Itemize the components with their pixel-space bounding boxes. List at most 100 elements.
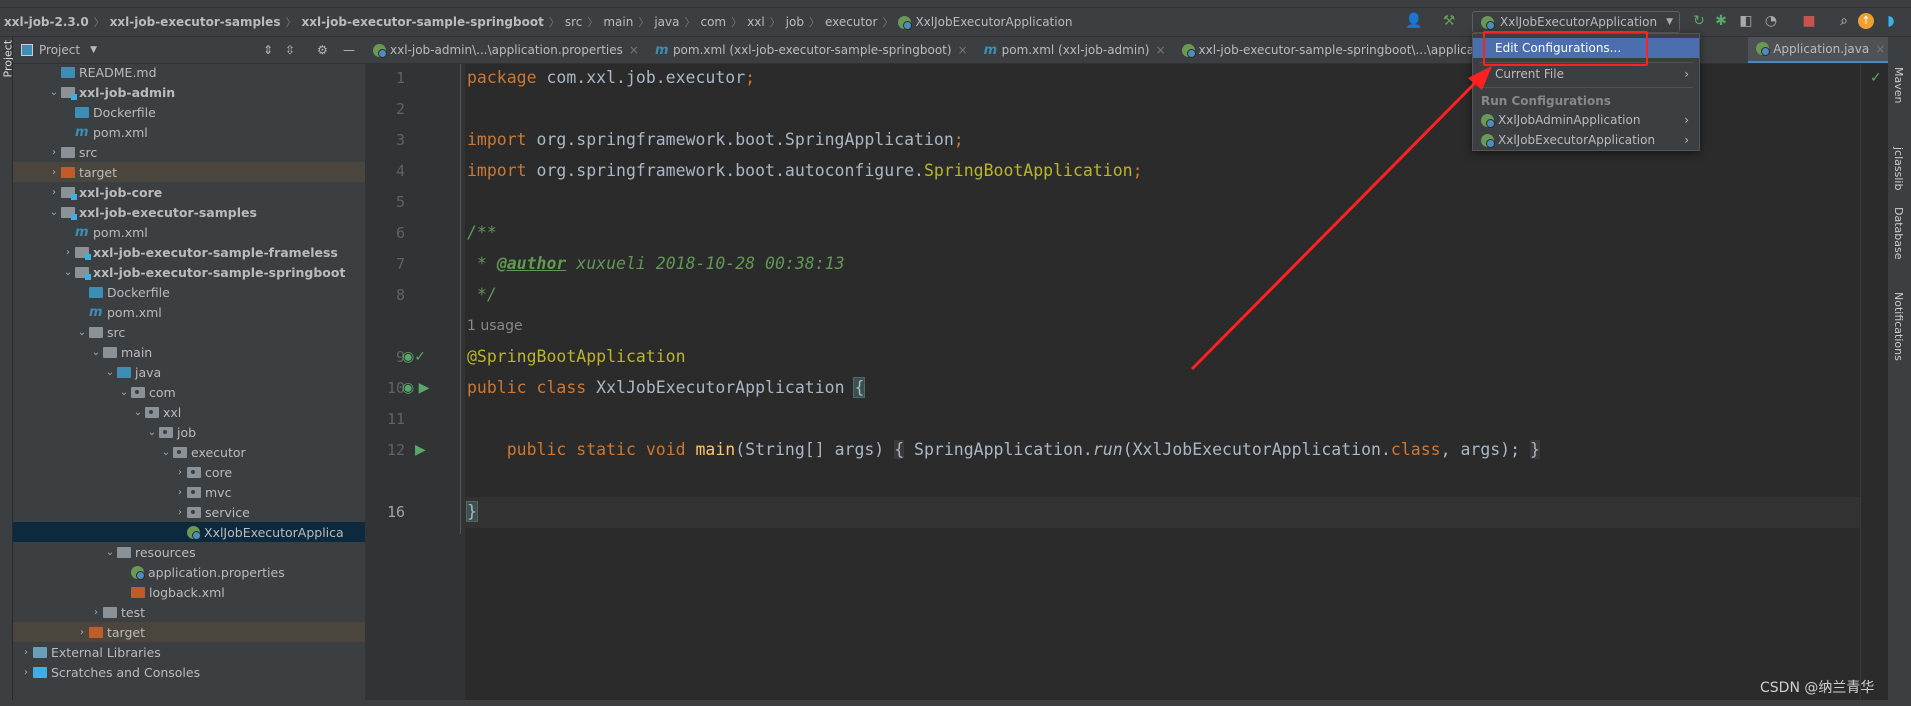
notifications-tool-button[interactable]: Notifications [1892, 292, 1905, 361]
code-line-7[interactable]: * @author xuxueli 2018-10-28 00:38:13 [467, 254, 845, 273]
chevron-right-icon[interactable]: › [19, 667, 33, 678]
run-gutter-icon[interactable]: ◉ ▶ [402, 380, 429, 396]
profile-icon[interactable]: ◔ [1762, 13, 1780, 29]
chevron-down-icon[interactable]: ⌄ [131, 407, 145, 418]
breadcrumb-item[interactable]: XxlJobExecutorApplication [898, 15, 1073, 30]
run-main-gutter-icon[interactable]: ▶ [415, 442, 426, 458]
chevron-right-icon[interactable]: › [173, 487, 187, 498]
stop-icon[interactable]: ■ [1800, 13, 1818, 29]
breadcrumb-item[interactable]: src [565, 15, 583, 29]
chevron-right-icon[interactable]: › [89, 607, 103, 618]
tree-item[interactable]: › src [13, 142, 365, 162]
gear-icon[interactable]: ⚙ [317, 43, 328, 57]
tree-item[interactable]: › xxl-job-core [13, 182, 365, 202]
breadcrumb-item[interactable]: xxl-job-executor-samples [110, 15, 281, 29]
chevron-down-icon[interactable]: ⌄ [89, 347, 103, 358]
chevron-right-icon[interactable]: › [47, 167, 61, 178]
code-line-1[interactable]: package com.xxl.job.executor; [467, 68, 755, 87]
build-hammer-icon[interactable]: ⚒ [1440, 13, 1458, 29]
code-line-12[interactable]: public static void main(String[] args) {… [467, 440, 1540, 459]
plugin-icon[interactable]: ◗ [1882, 13, 1900, 29]
collapse-all-icon[interactable]: ⇳ [285, 43, 295, 57]
breadcrumb-item[interactable]: main [603, 15, 633, 29]
chevron-down-icon[interactable]: ⌄ [75, 327, 89, 338]
editor-scrollbar[interactable] [1860, 64, 1861, 700]
tree-item[interactable]: › xxl-job-executor-sample-frameless [13, 242, 365, 262]
code-line-10[interactable]: public class XxlJobExecutorApplication { [467, 377, 866, 398]
breadcrumb-item[interactable]: com [700, 15, 726, 29]
chevron-down-icon[interactable]: ⌄ [47, 207, 61, 218]
tree-item[interactable]: ⌄ com [13, 382, 365, 402]
tree-item[interactable]: ⌄ executor [13, 442, 365, 462]
tree-item[interactable]: › External Libraries [13, 642, 365, 662]
tree-item[interactable]: m pom.xml [13, 222, 365, 242]
tree-item[interactable]: › mvc [13, 482, 365, 502]
chevron-right-icon[interactable]: › [61, 247, 75, 258]
breadcrumb-item[interactable]: job [786, 15, 804, 29]
chevron-right-icon[interactable]: › [47, 147, 61, 158]
chevron-right-icon[interactable]: › [19, 647, 33, 658]
close-icon[interactable]: × [958, 43, 968, 57]
tree-item[interactable]: application.properties [13, 562, 365, 582]
usage-hint[interactable]: 1 usage [467, 318, 523, 334]
hide-icon[interactable]: — [343, 43, 355, 57]
chevron-down-icon[interactable]: ⌄ [61, 267, 75, 278]
chevron-right-icon[interactable]: › [173, 507, 187, 518]
tree-item[interactable]: › target [13, 622, 365, 642]
jclasslib-tool-button[interactable]: jclasslib [1892, 147, 1905, 190]
breadcrumb-item[interactable]: xxl-job-2.3.0 [4, 15, 89, 29]
tree-item[interactable]: ⌄ xxl-job-executor-samples [13, 202, 365, 222]
folded-brace[interactable]: } [1530, 440, 1540, 459]
tree-item[interactable]: › core [13, 462, 365, 482]
chevron-down-icon[interactable]: ⌄ [117, 387, 131, 398]
close-icon[interactable]: × [1875, 42, 1885, 56]
editor-tab[interactable]: xxl-job-admin\...\application.properties… [365, 37, 647, 63]
maven-tool-button[interactable]: Maven [1892, 67, 1905, 103]
tree-item[interactable]: ⌄ xxl-job-admin [13, 82, 365, 102]
database-tool-button[interactable]: Database [1892, 207, 1905, 260]
rerun-icon[interactable]: ↻ [1690, 13, 1708, 29]
folded-brace[interactable]: { [894, 440, 905, 459]
tree-item[interactable]: ⌄ resources [13, 542, 365, 562]
debug-icon[interactable]: ✱ [1712, 13, 1730, 29]
bean-gutter-icon[interactable]: ◉✓ [402, 349, 426, 365]
update-icon[interactable]: ↑ [1858, 13, 1874, 29]
code-line-4[interactable]: import org.springframework.boot.autoconf… [467, 161, 1143, 180]
code-line-16[interactable]: } [466, 501, 478, 522]
tree-item[interactable]: ⌄ java [13, 362, 365, 382]
tree-item[interactable]: README.md [13, 62, 365, 82]
code-line-8[interactable]: */ [467, 285, 497, 304]
tree-item[interactable]: › target [13, 162, 365, 182]
expand-all-icon[interactable]: ⇕ [263, 43, 273, 57]
tree-item[interactable]: ⌄ job [13, 422, 365, 442]
code-line-9[interactable]: @SpringBootApplication [467, 347, 686, 366]
user-icon[interactable]: 👤 [1405, 13, 1423, 29]
run-configuration-selector[interactable]: XxlJobExecutorApplication ▼ [1472, 11, 1680, 33]
editor-tab[interactable]: m pom.xml (xxl-job-executor-sample-spring… [647, 37, 976, 63]
code-line-6[interactable]: /** [467, 223, 497, 242]
search-icon[interactable]: ⌕ [1835, 13, 1853, 29]
breadcrumb-item[interactable]: java [654, 15, 679, 29]
menu-item-current-file[interactable]: Current File › [1473, 64, 1699, 84]
close-icon[interactable]: × [1155, 43, 1165, 57]
close-icon[interactable]: × [629, 43, 639, 57]
breadcrumb-item[interactable]: executor [825, 15, 877, 29]
chevron-down-icon[interactable]: ⌄ [145, 427, 159, 438]
coverage-icon[interactable]: ◧ [1737, 13, 1755, 29]
tree-item[interactable]: ⌄ src [13, 322, 365, 342]
breadcrumb-item[interactable]: xxl [747, 15, 765, 29]
tree-item[interactable]: Dockerfile [13, 102, 365, 122]
chevron-right-icon[interactable]: › [173, 467, 187, 478]
tree-item[interactable]: › test [13, 602, 365, 622]
chevron-right-icon[interactable]: › [75, 627, 89, 638]
chevron-down-icon[interactable]: ⌄ [103, 547, 117, 558]
tree-item[interactable]: XxlJobExecutorApplica [13, 522, 365, 542]
code-line-3[interactable]: import org.springframework.boot.SpringAp… [467, 130, 964, 149]
menu-item-run-config[interactable]: XxlJobExecutorApplication › [1473, 130, 1699, 150]
chevron-down-icon[interactable]: ▼ [90, 45, 97, 55]
chevron-down-icon[interactable]: ⌄ [103, 367, 117, 378]
tree-item[interactable]: › Scratches and Consoles [13, 662, 365, 682]
tree-item[interactable]: Dockerfile [13, 282, 365, 302]
tree-item[interactable]: m pom.xml [13, 122, 365, 142]
tree-item[interactable]: logback.xml [13, 582, 365, 602]
